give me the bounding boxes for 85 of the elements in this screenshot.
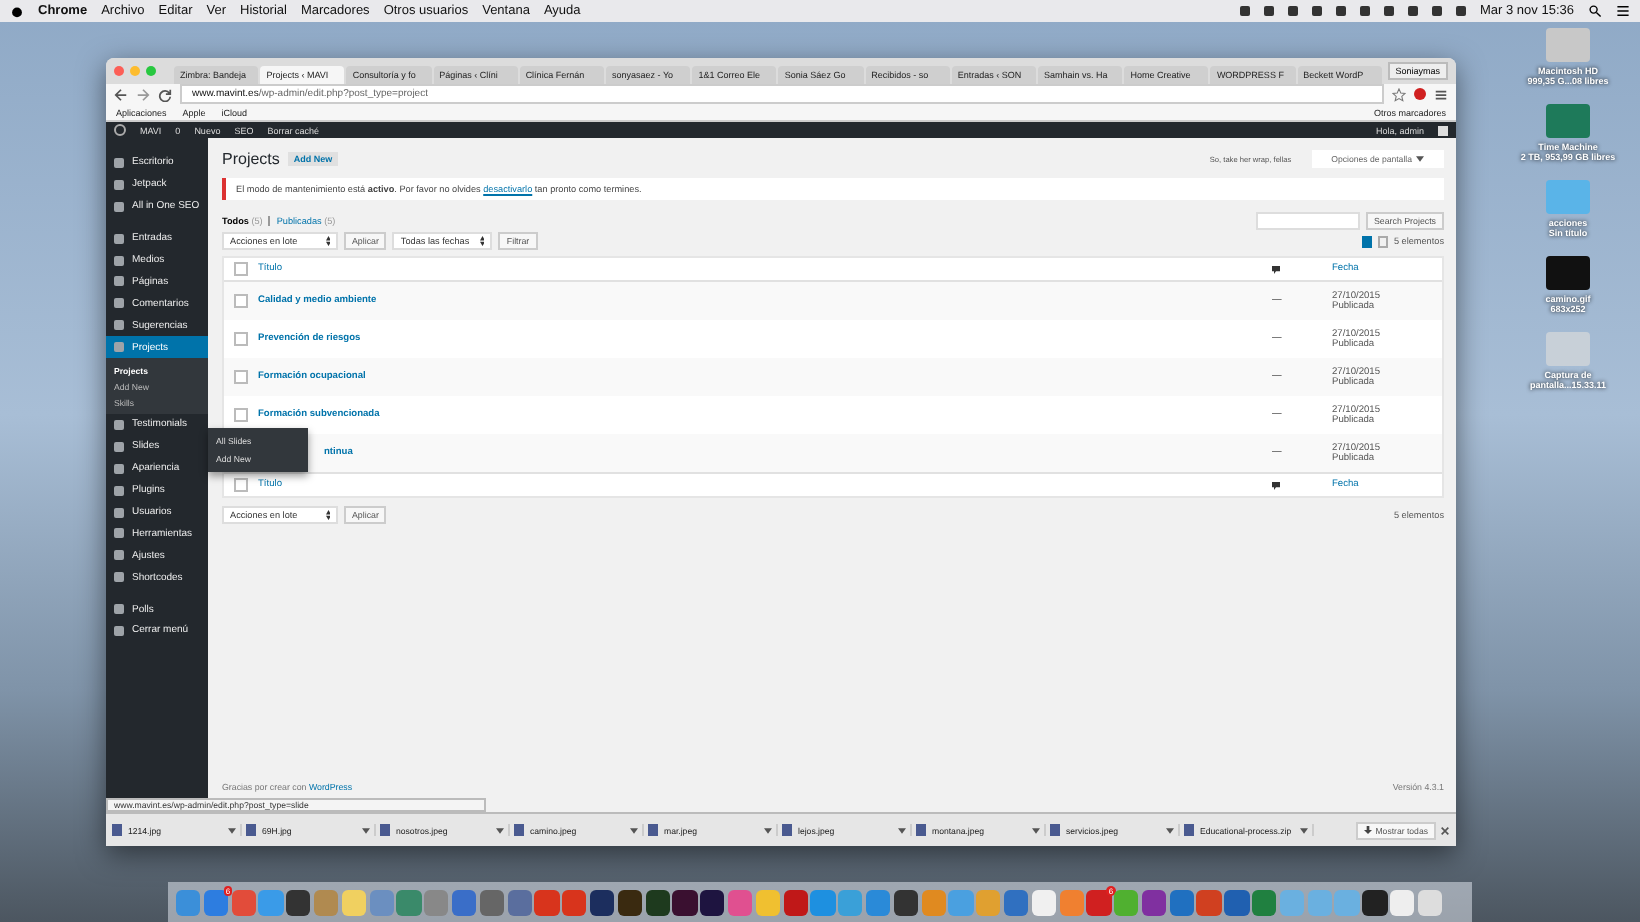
- maximize-icon[interactable]: [146, 66, 156, 76]
- square-icon: [114, 604, 124, 615]
- status-icon[interactable]: [1336, 6, 1347, 16]
- square-icon: [114, 572, 124, 583]
- file-icon: [1050, 824, 1060, 836]
- square-icon: [114, 255, 124, 265]
- caret-icon: [362, 827, 370, 833]
- status-icon[interactable]: [1456, 6, 1467, 16]
- menu-icon[interactable]: [1434, 87, 1448, 101]
- status-icon[interactable]: [1288, 6, 1299, 16]
- page-title: Projects: [222, 150, 280, 168]
- square-icon: [114, 179, 124, 190]
- minimize-icon[interactable]: [130, 66, 140, 76]
- up-down-arrows-icon: [325, 236, 330, 246]
- download-icon: [1363, 826, 1372, 834]
- caret-icon: [228, 827, 236, 833]
- status-icon[interactable]: [1432, 6, 1443, 16]
- reload-icon[interactable]: [158, 87, 172, 101]
- app-icon[interactable]: [1362, 889, 1388, 915]
- square-icon: [114, 342, 124, 353]
- caret-icon: [1166, 827, 1174, 833]
- checkbox[interactable]: [234, 294, 248, 308]
- app-icon[interactable]: [589, 889, 615, 915]
- square-icon: [114, 550, 124, 561]
- comment-icon: [1272, 481, 1280, 489]
- app-icon[interactable]: [617, 889, 643, 915]
- square-icon: [114, 625, 124, 636]
- caret-icon: [496, 827, 504, 833]
- list-view-icon[interactable]: [1361, 235, 1372, 247]
- close-icon[interactable]: [1440, 825, 1450, 835]
- file-icon: [246, 824, 256, 836]
- checkbox[interactable]: [234, 478, 248, 492]
- search-icon[interactable]: [1588, 4, 1602, 18]
- square-icon: [114, 507, 124, 518]
- app-icon[interactable]: [1141, 889, 1167, 915]
- status-icon[interactable]: [1408, 6, 1419, 16]
- comment-icon: [1272, 265, 1280, 273]
- up-down-arrows-icon: [325, 510, 330, 520]
- image-icon[interactable]: [1545, 256, 1590, 290]
- square-icon: [114, 201, 124, 212]
- square-icon: [114, 233, 124, 244]
- excerpt-view-icon[interactable]: [1377, 235, 1388, 247]
- square-icon: [114, 298, 124, 309]
- square-icon: [114, 276, 124, 287]
- checkbox[interactable]: [234, 370, 248, 384]
- status-icon[interactable]: [1240, 6, 1251, 16]
- square-icon: [114, 441, 124, 452]
- app-icon[interactable]: [893, 889, 919, 915]
- caret-icon: [630, 827, 638, 833]
- up-down-arrows-icon: [479, 236, 485, 246]
- forward-icon[interactable]: [136, 87, 150, 101]
- square-icon: [114, 157, 124, 168]
- square-icon: [114, 528, 124, 539]
- file-icon: [648, 824, 658, 836]
- file-icon: [916, 824, 926, 836]
- status-icon[interactable]: [1384, 6, 1395, 16]
- checkbox[interactable]: [234, 262, 248, 276]
- square-icon: [114, 320, 124, 331]
- checkbox[interactable]: [234, 332, 248, 346]
- file-icon: [782, 824, 792, 836]
- caret-icon: [1032, 827, 1040, 833]
- square-icon: [114, 463, 124, 474]
- star-icon[interactable]: [1392, 87, 1406, 101]
- back-icon[interactable]: [114, 87, 128, 101]
- app-icon[interactable]: [645, 889, 670, 915]
- caret-icon: [1416, 156, 1424, 162]
- file-icon: [112, 824, 122, 836]
- square-icon: [114, 485, 124, 496]
- app-icon[interactable]: [672, 889, 698, 915]
- search-field[interactable]: [1256, 212, 1360, 230]
- status-icon[interactable]: [1360, 6, 1371, 16]
- status-icon[interactable]: [1264, 6, 1275, 16]
- pin-icon[interactable]: [1414, 88, 1426, 100]
- app-icon[interactable]: [700, 889, 725, 915]
- caret-icon: [764, 827, 772, 833]
- file-icon: [380, 824, 390, 836]
- caret-icon: [898, 827, 906, 833]
- menu-icon[interactable]: [1616, 4, 1630, 18]
- checkbox[interactable]: [234, 408, 248, 422]
- caret-icon: [1300, 827, 1308, 833]
- file-icon: [1184, 824, 1194, 836]
- status-icon[interactable]: [1312, 6, 1323, 16]
- file-icon: [514, 824, 524, 836]
- square-icon: [114, 419, 124, 430]
- app-icon[interactable]: [286, 889, 311, 915]
